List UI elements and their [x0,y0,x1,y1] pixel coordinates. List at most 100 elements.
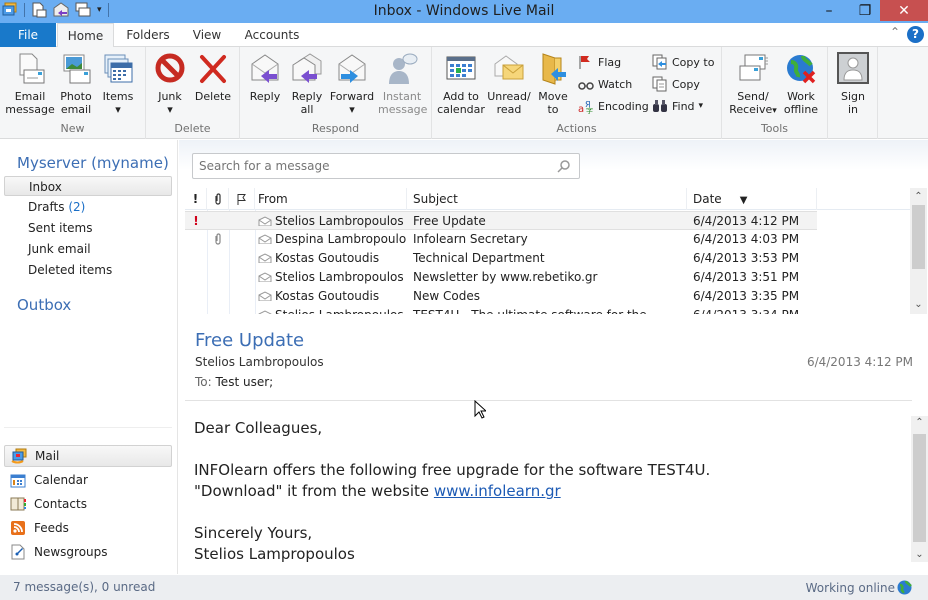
message-row[interactable]: Kostas Goutoudis Technical Department 6/4/… [185,249,817,268]
folder-label: Deleted items [28,263,113,277]
move-to-button[interactable]: Move to [534,52,572,116]
tab-folders[interactable]: Folders [118,23,178,47]
label: offline [783,103,819,116]
reading-pane-scrollbar[interactable]: ⌃ ⌄ [911,416,928,562]
add-to-calendar-button[interactable]: Add to calendar [436,52,486,116]
folder-outbox[interactable]: Outbox [17,296,71,314]
copy-to-button[interactable]: Copy to [652,54,714,70]
find-button[interactable]: Find ▾ [652,98,703,114]
encoding-button[interactable]: aЯ字 Encoding [578,98,649,115]
flag-indicator[interactable] [229,212,255,231]
scroll-thumb[interactable] [913,434,926,542]
body-line: INFOlearn offers the following free upgr… [194,461,711,479]
email-message-button[interactable]: Email message [4,52,56,116]
folder-deleted-items[interactable]: Deleted items [4,260,172,280]
forward-button[interactable]: Forward ▾ [328,52,376,116]
instant-message-button[interactable]: Instant message [378,52,428,116]
flag-indicator[interactable] [229,306,255,314]
message-row[interactable]: Despina Lambropoulou Infolearn Secretary 6… [185,230,817,249]
message-list-scrollbar[interactable]: ⌃ ⌄ [910,188,927,314]
tab-home[interactable]: Home [57,23,114,48]
delete-button[interactable]: Delete [192,52,234,103]
column-date[interactable]: Date ▼ [687,188,817,210]
folder-inbox[interactable]: Inbox [4,176,172,196]
newsgroups-icon [11,544,25,560]
photo-email-button[interactable]: Photo email [57,52,95,116]
read-envelope-icon [258,253,272,263]
minimize-button[interactable]: – [812,0,846,21]
connection-status[interactable]: Working online [806,580,912,595]
group-new: Email message Photo email Items ▾ New [0,47,146,139]
column-attachment[interactable] [207,188,229,210]
folder-drafts[interactable]: Drafts (2) [4,197,172,217]
reply-button[interactable]: Reply [246,52,284,103]
message-subject: New Codes [413,289,480,303]
label: Reply [291,90,323,103]
flag-indicator[interactable] [229,230,255,249]
help-icon[interactable]: ? [907,26,924,43]
message-row[interactable]: Stelios Lambropoulos Newsletter by www.re… [185,268,817,287]
scroll-up-arrow[interactable]: ⌃ [911,416,928,430]
search-icon[interactable] [557,159,571,173]
importance-indicator [185,287,207,306]
items-button[interactable]: Items ▾ [98,52,138,116]
label: Photo [60,90,92,103]
folder-sent-items[interactable]: Sent items [4,218,172,238]
to-label: To: [195,375,212,389]
message-row[interactable]: Kostas Goutoudis New Codes 6/4/2013 3:35 P… [185,287,817,306]
flag-indicator[interactable] [229,287,255,306]
flag-button[interactable]: Flag [578,54,621,70]
flag-indicator[interactable] [229,249,255,268]
recipient[interactable]: Test user; [216,375,274,389]
importance-indicator [185,268,207,287]
nav-mail[interactable]: Mail [4,445,172,467]
column-from[interactable]: From [255,188,407,210]
junk-button[interactable]: Junk ▾ [152,52,188,116]
column-subject[interactable]: Subject [407,188,687,210]
folder-junk-email[interactable]: Junk email [4,239,172,259]
scroll-up-arrow[interactable]: ⌃ [910,190,927,204]
account-name[interactable]: Myserver (myname) [17,154,169,172]
close-button[interactable]: ✕ [880,0,928,21]
search-input[interactable] [193,154,543,178]
nav-feeds[interactable]: Feeds [4,517,172,539]
restore-button[interactable]: ❐ [848,0,882,21]
nav-newsgroups[interactable]: Newsgroups [4,541,172,563]
calendar-icon [10,474,26,488]
tab-accounts[interactable]: Accounts [238,23,306,47]
label: message [378,103,428,116]
scroll-down-arrow[interactable]: ⌄ [910,298,927,312]
group-label-respond: Respond [311,122,360,135]
unread-read-button[interactable]: Unread/read [486,52,532,116]
message-row[interactable]: Stelios LambropoulosTEST4U - The ultimat… [185,306,817,314]
attachment-indicator [207,230,229,249]
group-label-actions: Actions [556,122,597,135]
message-sender[interactable]: Stelios Lambropoulos [195,355,324,369]
tab-file[interactable]: File [0,23,56,47]
work-offline-button[interactable]: Work offline [780,52,822,116]
nav-calendar[interactable]: Calendar [4,469,172,491]
body-closing: Sincerely Yours, [194,524,313,542]
junk-icon [155,53,185,83]
watch-button[interactable]: Watch [578,76,632,92]
reply-all-button[interactable]: Reply all [288,52,326,116]
sign-in-button[interactable]: Sign in [832,52,874,116]
attachment-indicator [207,287,229,306]
flag-indicator[interactable] [229,268,255,287]
folder-label: Sent items [28,221,93,235]
collapse-ribbon-icon[interactable]: ⌃ [890,25,900,39]
main-pane: ! From Subject Date ▼ ! Stelios Lambropoul… [179,140,928,574]
column-flag[interactable] [229,188,255,210]
copy-button[interactable]: Copy [652,76,700,92]
label: Reply [249,90,281,103]
tab-view[interactable]: View [183,23,231,47]
scroll-thumb[interactable] [912,205,925,269]
body-line: "Download" it from the website www.infol… [194,481,710,502]
nav-contacts[interactable]: Contacts [4,493,172,515]
website-link[interactable]: www.infolearn.gr [434,482,561,500]
column-importance[interactable]: ! [185,188,207,210]
send-receive-button[interactable]: Send/Receive▾ [728,52,778,118]
group-label-new: New [60,122,85,135]
message-row[interactable]: ! Stelios Lambropoulos Free Update 6/4/2013… [185,211,817,230]
scroll-down-arrow[interactable]: ⌄ [911,548,928,562]
